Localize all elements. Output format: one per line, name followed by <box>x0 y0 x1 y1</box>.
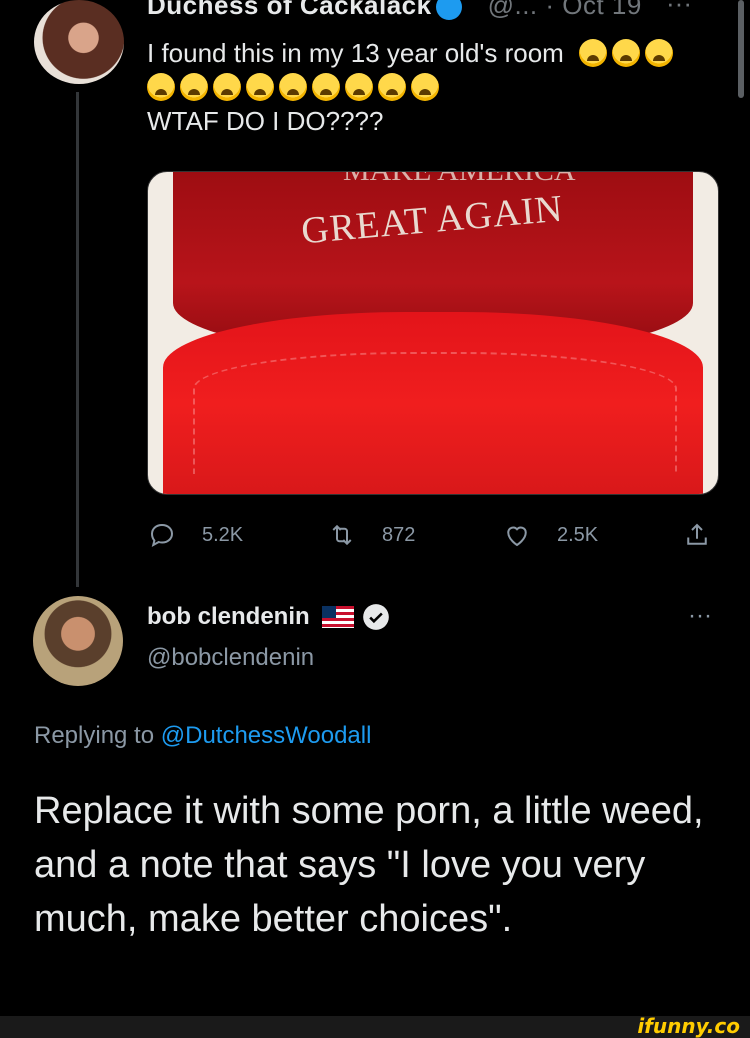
parent-text-line-3: WTAF DO I DO???? <box>147 106 384 136</box>
retweet-icon <box>332 524 352 546</box>
hat-brim <box>163 312 703 494</box>
weary-face-emoji-icon <box>345 73 373 101</box>
reply-icon <box>150 523 174 547</box>
parent-avatar[interactable] <box>34 0 124 84</box>
reply-author[interactable]: bob clendenin <box>147 603 390 631</box>
parent-handle-date: @... · Oct 19 <box>487 0 642 20</box>
reply-more-button[interactable]: ··· <box>688 602 712 630</box>
scrollbar[interactable] <box>738 0 744 98</box>
heart-icon <box>507 526 527 547</box>
reply-action[interactable]: 5.2K <box>147 520 243 550</box>
weary-face-emoji-icon <box>180 73 208 101</box>
weary-face-emoji-icon <box>612 39 641 67</box>
like-action[interactable]: 2.5K <box>502 520 598 550</box>
replying-to: Replying to @DutchessWoodall <box>34 722 371 750</box>
like-count: 2.5K <box>557 523 599 546</box>
weary-face-emoji-icon <box>411 73 439 101</box>
weary-face-emoji-icon <box>645 39 674 67</box>
us-flag-icon <box>321 606 354 628</box>
thread-connector-line <box>76 92 79 587</box>
retweet-action[interactable]: 872 <box>327 520 415 550</box>
reply-count: 5.2K <box>202 523 244 546</box>
weary-face-emoji-icon <box>279 73 307 101</box>
share-action[interactable] <box>682 520 737 550</box>
replying-prefix: Replying to <box>34 722 155 749</box>
verified-badge-icon <box>362 604 389 630</box>
parent-emoji-row <box>147 70 717 104</box>
weary-face-emoji-icon <box>147 73 175 101</box>
weary-face-emoji-icon <box>246 73 274 101</box>
ifunny-watermark: ifunny.co <box>637 1014 740 1038</box>
hat-embroidery-top: MAKE AMERICA <box>343 172 576 188</box>
replying-handle-link[interactable]: @DutchessWoodall <box>161 722 372 749</box>
weary-face-emoji-icon <box>579 39 608 67</box>
verified-badge-icon <box>435 0 462 21</box>
reply-avatar[interactable] <box>33 596 123 686</box>
weary-face-emoji-icon <box>378 73 406 101</box>
parent-more-button[interactable]: ··· <box>666 0 692 19</box>
parent-action-bar: 5.2K 872 2.5K <box>147 520 722 554</box>
reply-tweet-text: Replace it with some porn, a little weed… <box>34 790 704 940</box>
hat-embroidery: GREAT AGAIN <box>299 187 565 253</box>
weary-face-emoji-icon <box>213 73 241 101</box>
reply-handle[interactable]: @bobclendenin <box>147 644 314 672</box>
retweet-count: 872 <box>382 523 416 546</box>
parent-display-name[interactable]: Duchess of Cackalack <box>147 0 432 20</box>
reply-display-name[interactable]: bob clendenin <box>147 603 310 631</box>
parent-tweet-text: I found this in my 13 year old's room WT… <box>147 36 717 138</box>
weary-face-emoji-icon <box>312 73 340 101</box>
share-icon <box>687 523 707 545</box>
parent-text-line-1: I found this in my 13 year old's room <box>147 38 564 68</box>
parent-tweet-image[interactable]: MAKE AMERICA GREAT AGAIN <box>147 171 719 495</box>
parent-tweet-header: Duchess of Cackalack @... · Oct 19 <box>147 0 642 21</box>
